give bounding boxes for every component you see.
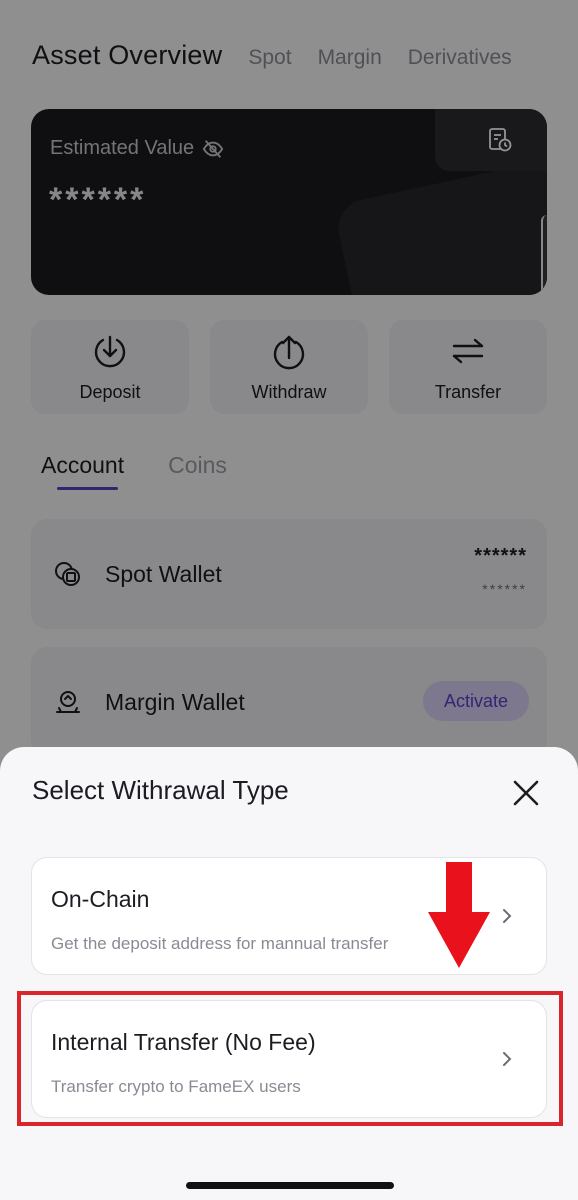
- highlight-box: [17, 991, 563, 1126]
- home-indicator: [186, 1182, 394, 1189]
- close-icon[interactable]: [512, 779, 540, 807]
- red-arrow-annotation: [428, 862, 490, 968]
- chevron-right-icon: [503, 909, 512, 923]
- on-chain-title: On-Chain: [51, 886, 150, 912]
- withdrawal-type-sheet: Select Withrawal Type On-Chain Get the d…: [0, 747, 578, 1200]
- on-chain-description: Get the deposit address for mannual tran…: [51, 934, 389, 953]
- sheet-title: Select Withrawal Type: [32, 775, 289, 805]
